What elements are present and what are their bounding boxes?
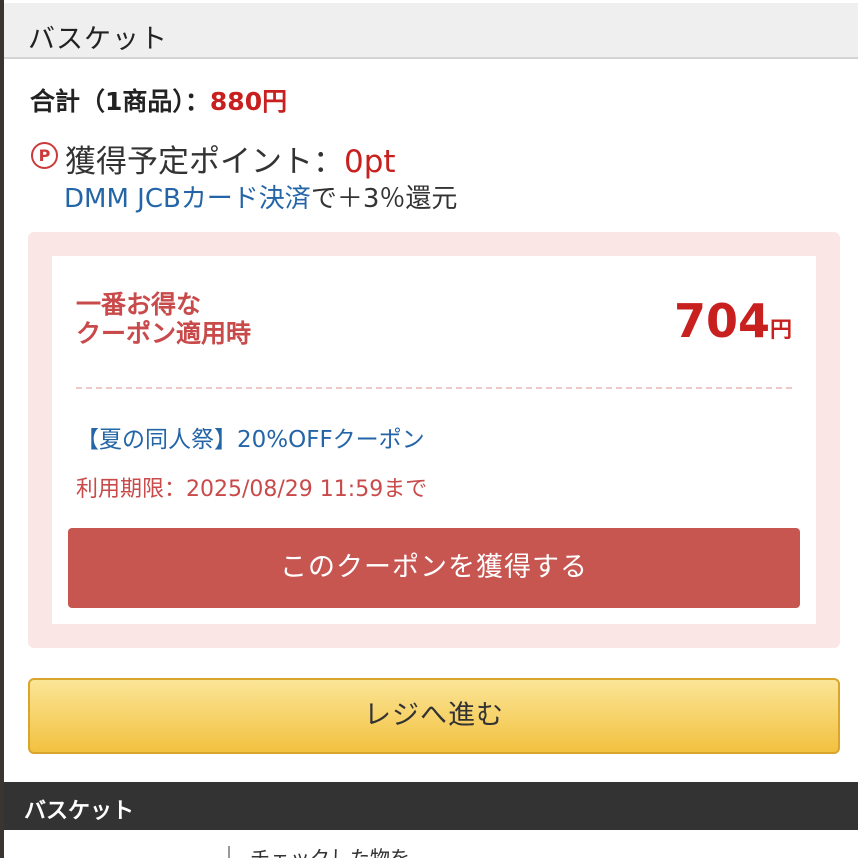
points-label: 獲得予定ポイント：	[65, 144, 344, 180]
basket-section-title: バスケット	[24, 799, 135, 824]
points-text: 獲得予定ポイント：0pt	[65, 136, 396, 181]
total-amount: 880円	[209, 87, 288, 116]
checked-items-text: チェックした物を	[250, 846, 410, 858]
total-line: 合計（1商品）：880円	[30, 82, 287, 118]
basket-section-header: バスケット	[4, 782, 858, 830]
coupon-price-value: 704	[673, 294, 770, 348]
coupon-name-link[interactable]: 【夏の同人祭】20%OFFクーポン	[76, 420, 425, 454]
page-header: バスケット	[4, 3, 858, 59]
point-p-icon: P	[31, 142, 58, 169]
coupon-price-unit: 円	[769, 318, 792, 343]
jcb-card-link[interactable]: DMM JCBカード決済	[64, 184, 311, 214]
best-coupon-line2: クーポン適用時	[76, 319, 252, 348]
coupon-price: 704円	[674, 294, 792, 348]
best-coupon-label: 一番お得な クーポン適用時	[76, 290, 251, 348]
coupon-box: 一番お得な クーポン適用時 704円 【夏の同人祭】20%OFFクーポン 利用期…	[28, 232, 840, 648]
jcb-promo: DMM JCBカード決済で＋3％還元	[64, 178, 457, 215]
column-divider	[228, 846, 230, 858]
basket-panel: バスケット 合計（1商品）：880円 P 獲得予定ポイント：0pt DMM JC…	[4, 0, 858, 858]
coupon-card: 一番お得な クーポン適用時 704円 【夏の同人祭】20%OFFクーポン 利用期…	[52, 256, 816, 624]
page-title: バスケット	[28, 24, 168, 55]
total-label: 合計（1商品）：	[30, 87, 210, 116]
best-coupon-line1: 一番お得な	[76, 290, 202, 319]
get-coupon-button[interactable]: このクーポンを獲得する	[68, 528, 800, 608]
points-value: 0pt	[344, 144, 396, 180]
coupon-expiry: 利用期限：2025/08/29 11:59まで	[76, 477, 428, 502]
coupon-divider	[76, 387, 792, 389]
jcb-promo-suffix: で＋3％還元	[310, 184, 458, 214]
checkout-button[interactable]: レジへ進む	[28, 678, 840, 754]
